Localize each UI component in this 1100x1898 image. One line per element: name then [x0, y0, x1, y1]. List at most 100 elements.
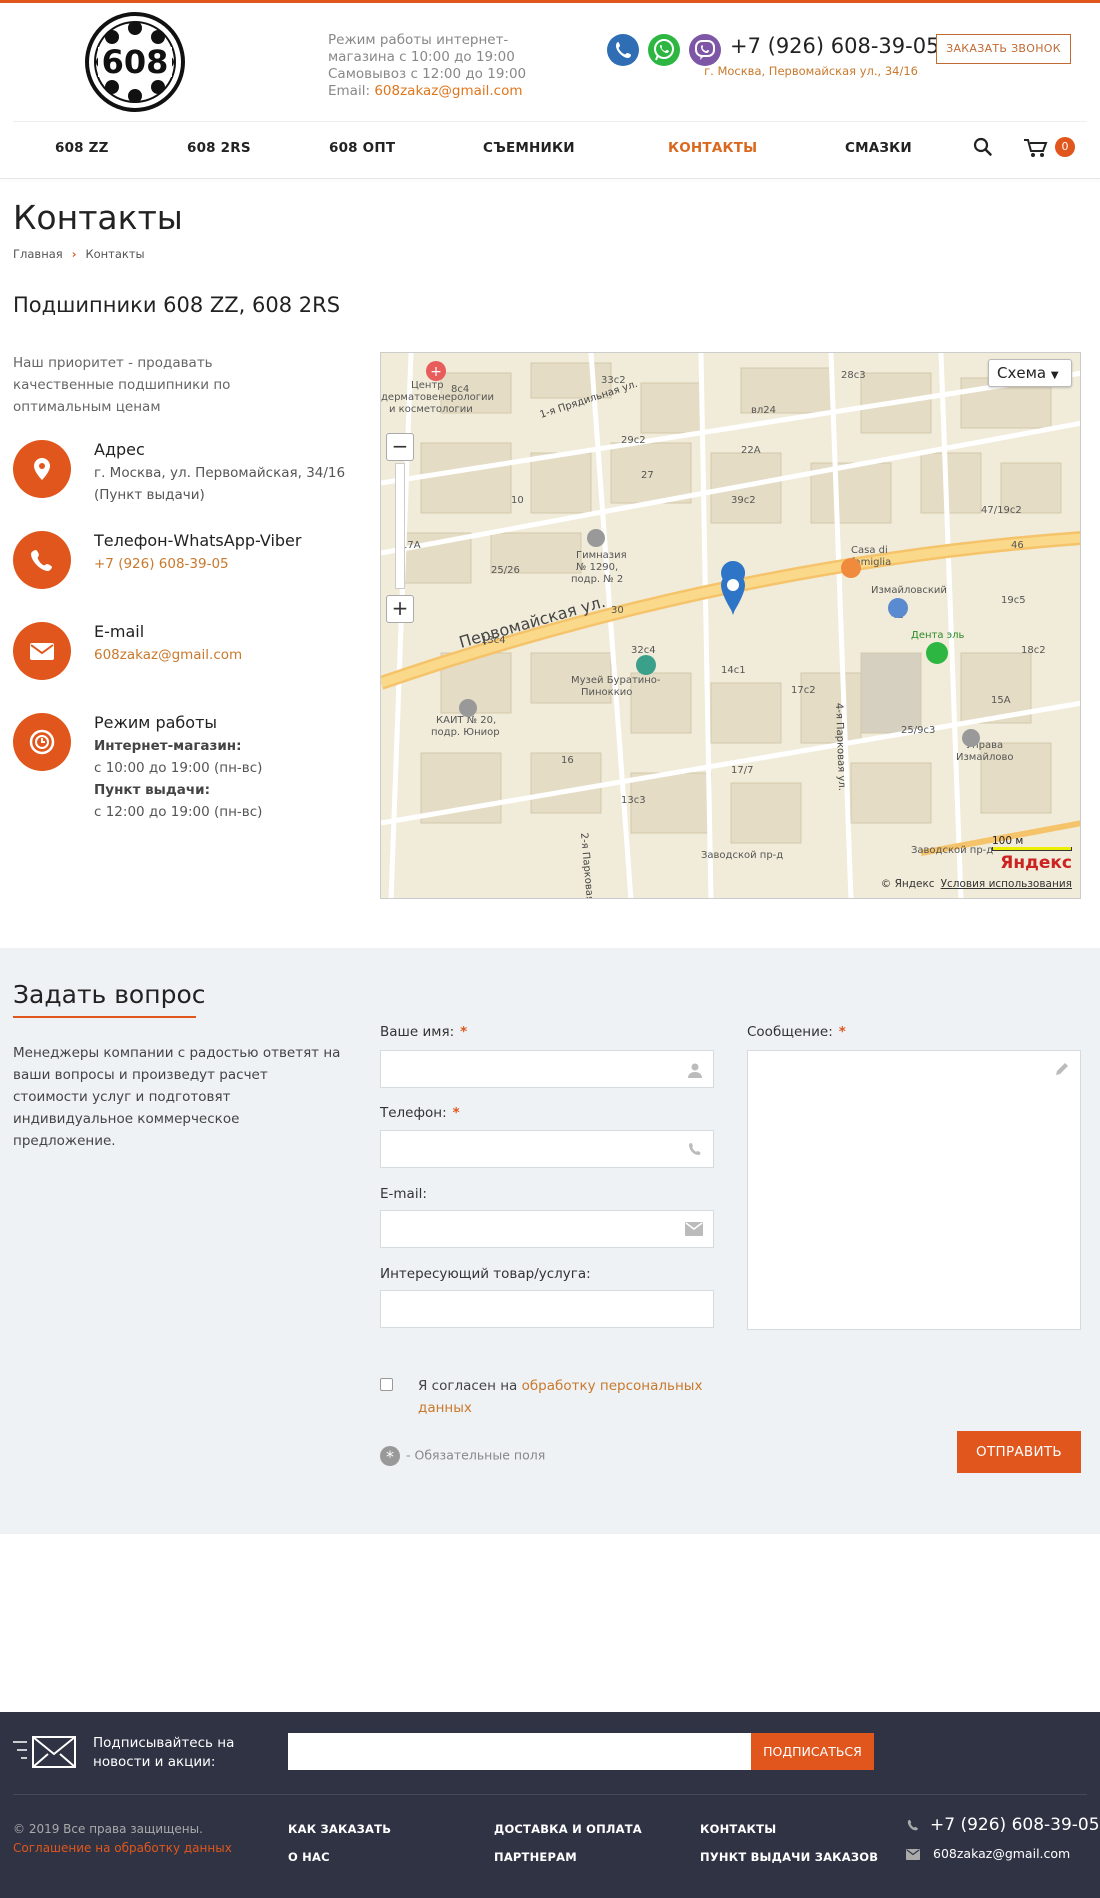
subscribe-button[interactable]: ПОДПИСАТЬСЯ: [751, 1733, 874, 1770]
contact-title: Адрес: [94, 440, 145, 459]
required-marker: *: [838, 1024, 846, 1040]
zoom-out-button[interactable]: −: [386, 433, 414, 461]
svg-text:Гимназия: Гимназия: [576, 550, 627, 561]
footer-link-how-to-order[interactable]: КАК ЗАКАЗАТЬ: [288, 1822, 391, 1836]
ask-title: Задать вопрос: [13, 980, 206, 1009]
submit-button[interactable]: ОТПРАВИТЬ: [957, 1431, 1081, 1473]
svg-text:Измайловский: Измайловский: [871, 585, 947, 596]
map-terms-link[interactable]: Условия использования: [941, 878, 1072, 890]
svg-text:подр. Юниор: подр. Юниор: [431, 727, 500, 738]
copyright-text: © 2019 Все права защищены.: [13, 1822, 203, 1836]
footer-link-delivery[interactable]: ДОСТАВКА И ОПЛАТА: [494, 1822, 642, 1836]
main-nav: 608 ZZ 608 2RS 608 ОПТ СЪЕМНИКИ КОНТАКТЫ…: [13, 121, 1087, 177]
email-label: E-mail:: [380, 1186, 427, 1202]
hours-value: с 10:00 до 19:00 (пн-вс): [94, 760, 263, 776]
phone-icon: [907, 1819, 918, 1831]
nav-item-608-opt[interactable]: 608 ОПТ: [329, 140, 395, 156]
contact-title: Телефон-WhatsApp-Viber: [94, 531, 302, 550]
yandex-map[interactable]: 8с4 33с2 28с3 29с2 вл24 22А 10 27 17А 25/26 30 32…: [380, 352, 1081, 899]
svg-text:46: 46: [1011, 540, 1024, 551]
nav-item-contacts[interactable]: КОНТАКТЫ: [668, 140, 757, 156]
required-note: * - Обязательные поля: [380, 1446, 545, 1466]
header-phone[interactable]: +7 (926) 608-39-05: [730, 34, 939, 58]
hours-label: Интернет-магазин:: [94, 738, 242, 754]
cart-count-badge: 0: [1055, 137, 1075, 157]
ask-description: Менеджеры компании с радостью ответят на…: [13, 1045, 341, 1149]
message-textarea[interactable]: [747, 1050, 1081, 1330]
svg-text:22А: 22А: [741, 445, 761, 456]
footer-link-partners[interactable]: ПАРТНЕРАМ: [494, 1850, 577, 1864]
subscribe-text: Подписывайтесь на новости и акции:: [93, 1735, 235, 1770]
site-logo[interactable]: 608: [80, 12, 190, 112]
header-email-link[interactable]: 608zakaz@gmail.com: [374, 83, 522, 99]
ask-question-section: Задать вопрос Менеджеры компании с радос…: [0, 948, 1100, 1534]
asterisk-icon: *: [380, 1446, 400, 1466]
footer-email[interactable]: 608zakaz@gmail.com: [933, 1846, 1070, 1861]
consent-label: Я согласен на: [418, 1378, 522, 1394]
subscribe-email-input[interactable]: [288, 1733, 752, 1770]
location-icon: [13, 440, 71, 498]
phone-icon: [13, 531, 71, 589]
svg-text:29с2: 29с2: [621, 435, 646, 446]
search-icon[interactable]: [971, 135, 995, 159]
phone-input[interactable]: [380, 1130, 714, 1168]
contact-value: Интернет-магазин: с 10:00 до 19:00 (пн-в…: [94, 735, 262, 823]
email-label: Email:: [328, 83, 371, 99]
nav-item-grease[interactable]: СМАЗКИ: [845, 140, 912, 156]
svg-text:14с1: 14с1: [721, 665, 746, 676]
hours-value: с 12:00 до 19:00 (пн-вс): [94, 804, 263, 820]
label-text: Ваше имя:: [380, 1024, 455, 1040]
nav-item-pullers[interactable]: СЪЕМНИКИ: [483, 140, 575, 156]
svg-text:Центр: Центр: [411, 380, 444, 391]
envelope-icon: [906, 1849, 920, 1860]
footer-link-about[interactable]: О НАС: [288, 1850, 330, 1864]
zoom-slider[interactable]: [395, 463, 405, 589]
footer-phone[interactable]: +7 (926) 608-39-05: [930, 1815, 1100, 1835]
contact-phone-link[interactable]: +7 (926) 608-39-05: [94, 553, 229, 575]
whatsapp-icon[interactable]: [648, 34, 680, 66]
section-heading: Подшипники 608 ZZ, 608 2RS: [13, 293, 341, 317]
name-input[interactable]: [380, 1050, 714, 1088]
svg-text:Casa di: Casa di: [851, 545, 888, 556]
viber-icon[interactable]: [689, 34, 721, 66]
svg-text:№ 1290,: № 1290,: [576, 562, 618, 573]
zoom-in-button[interactable]: +: [386, 595, 414, 623]
required-marker: *: [460, 1024, 468, 1040]
phone-icon[interactable]: [607, 34, 639, 66]
consent-checkbox[interactable]: [380, 1378, 393, 1391]
phone-label: Телефон: *: [380, 1105, 460, 1121]
phone-icon: [689, 1143, 701, 1155]
footer-link-contacts[interactable]: КОНТАКТЫ: [700, 1822, 776, 1836]
chevron-down-icon: ▼: [1050, 370, 1059, 381]
label-text: Сообщение:: [747, 1024, 833, 1040]
nav-item-608-2rs[interactable]: 608 2RS: [187, 140, 251, 156]
footer-copyright: © 2019 Все права защищены. Соглашение на…: [13, 1820, 232, 1858]
hours-line: Самовывоз с 12:00 до 19:00: [328, 66, 527, 82]
footer-link-pickup[interactable]: ПУНКТ ВЫДАЧИ ЗАКАЗОВ: [700, 1850, 878, 1864]
breadcrumb-separator: ›: [71, 247, 77, 261]
contact-email-link[interactable]: 608zakaz@gmail.com: [94, 644, 242, 666]
privacy-link[interactable]: Соглашение на обработку данных: [13, 1841, 232, 1855]
map-type-button[interactable]: Схема ▼: [988, 359, 1072, 387]
message-label: Сообщение: *: [747, 1024, 846, 1040]
svg-text:+: +: [430, 364, 442, 380]
pencil-icon: [1056, 1063, 1068, 1075]
copyright-text: © Яндекс: [880, 878, 935, 890]
svg-text:13с3: 13с3: [621, 795, 646, 806]
name-label: Ваше имя: *: [380, 1024, 467, 1040]
address-line: г. Москва, ул. Первомайская, 34/16: [94, 465, 346, 481]
user-icon: [688, 1063, 702, 1078]
cart-button[interactable]: 0: [1021, 135, 1081, 161]
order-call-button[interactable]: ЗАКАЗАТЬ ЗВОНОК: [936, 34, 1071, 64]
svg-text:10: 10: [511, 495, 524, 506]
svg-text:25/26: 25/26: [491, 565, 520, 576]
svg-text:Заводской пр-д: Заводской пр-д: [701, 850, 783, 861]
contact-value: г. Москва, ул. Первомайская, 34/16 (Пунк…: [94, 462, 345, 506]
svg-text:17/7: 17/7: [731, 765, 753, 776]
email-input[interactable]: [380, 1210, 714, 1248]
product-input[interactable]: [380, 1290, 714, 1328]
breadcrumb-home[interactable]: Главная: [13, 247, 63, 261]
contact-title: Режим работы: [94, 713, 218, 732]
nav-item-608zz[interactable]: 608 ZZ: [55, 140, 109, 156]
svg-text:17с2: 17с2: [791, 685, 816, 696]
